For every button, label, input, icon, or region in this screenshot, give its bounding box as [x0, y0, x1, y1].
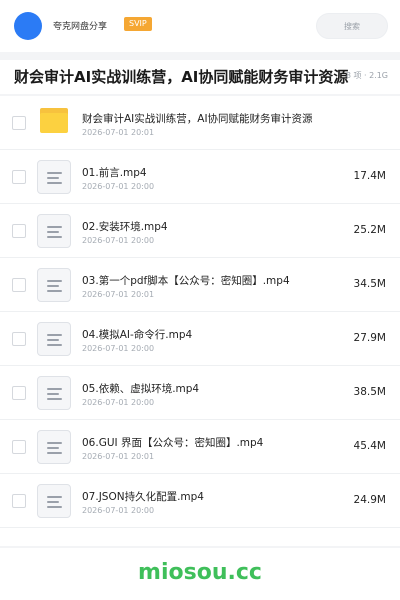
file-time: 2026-07-01 20:00	[82, 398, 155, 407]
file-name: 04.模拟AI-命令行.mp4	[82, 329, 193, 341]
file-time: 2026-07-01 20:01	[82, 452, 155, 461]
svip-badge: SVIP	[124, 17, 152, 31]
file-name: 05.依赖、虚拟环境.mp4	[82, 383, 200, 395]
list-item-folder[interactable]: 财会审计AI实战训练营，AI协同赋能财务审计资源 2026-07-01 20:0…	[0, 96, 400, 150]
top-header: 夸克网盘分享 SVIP	[0, 0, 400, 52]
file-size: 27.9M	[353, 332, 386, 344]
file-size: 34.5M	[353, 278, 386, 290]
document-icon	[37, 430, 71, 464]
file-name: 07.JSON持久化配置.mp4	[82, 491, 204, 503]
document-icon	[37, 376, 71, 410]
document-icon	[37, 160, 71, 194]
list-item[interactable]: 01.前言.mp4 2026-07-01 20:00 17.4M	[0, 150, 400, 204]
row-checkbox[interactable]	[12, 494, 26, 508]
watermark: miosou.cc	[138, 560, 262, 585]
row-checkbox[interactable]	[12, 224, 26, 238]
file-size: 45.4M	[353, 440, 386, 452]
file-name: 03.第一个pdf脚本【公众号：密知圈】.mp4	[82, 275, 290, 287]
row-checkbox[interactable]	[12, 332, 26, 346]
file-name: 财会审计AI实战训练营，AI协同赋能财务审计资源	[82, 113, 313, 125]
row-checkbox[interactable]	[12, 278, 26, 292]
document-icon	[37, 214, 71, 248]
file-size: 38.5M	[353, 386, 386, 398]
file-time: 2026-07-01 20:00	[82, 182, 155, 191]
file-name: 02.安装环境.mp4	[82, 221, 168, 233]
document-icon	[37, 484, 71, 518]
row-checkbox[interactable]	[12, 116, 26, 130]
file-time: 2026-07-01 20:00	[82, 344, 155, 353]
page-title: 财会审计AI实战训练营，AI协同赋能财务审计资源	[14, 68, 349, 86]
row-checkbox[interactable]	[12, 170, 26, 184]
file-list: 财会审计AI实战训练营，AI协同赋能财务审计资源 2026-07-01 20:0…	[0, 96, 400, 546]
file-size: 17.4M	[353, 170, 386, 182]
list-item[interactable]: 07.JSON持久化配置.mp4 2026-07-01 20:00 24.9M	[0, 474, 400, 528]
item-summary: 8 项 · 2.1G	[345, 71, 388, 80]
title-bar: 财会审计AI实战训练营，AI协同赋能财务审计资源 8 项 · 2.1G	[0, 60, 400, 94]
file-time: 2026-07-01 20:00	[82, 506, 155, 515]
search-input[interactable]	[316, 13, 388, 39]
list-item[interactable]: 02.安装环境.mp4 2026-07-01 20:00 25.2M	[0, 204, 400, 258]
row-checkbox[interactable]	[12, 386, 26, 400]
file-size: 25.2M	[353, 224, 386, 236]
site-name: 夸克网盘分享	[53, 22, 108, 32]
file-time: 2026-07-01 20:01	[82, 290, 155, 299]
file-name: 01.前言.mp4	[82, 167, 147, 179]
document-icon	[37, 322, 71, 356]
footer: miosou.cc	[0, 548, 400, 600]
avatar[interactable]	[14, 12, 42, 40]
file-time: 2026-07-01 20:01	[82, 128, 155, 137]
list-item[interactable]: 04.模拟AI-命令行.mp4 2026-07-01 20:00 27.9M	[0, 312, 400, 366]
document-icon	[37, 268, 71, 302]
file-time: 2026-07-01 20:00	[82, 236, 155, 245]
file-name: 06.GUI 界面【公众号：密知圈】.mp4	[82, 437, 264, 449]
row-checkbox[interactable]	[12, 440, 26, 454]
list-item[interactable]: 03.第一个pdf脚本【公众号：密知圈】.mp4 2026-07-01 20:0…	[0, 258, 400, 312]
list-item[interactable]: 05.依赖、虚拟环境.mp4 2026-07-01 20:00 38.5M	[0, 366, 400, 420]
folder-icon	[40, 108, 68, 133]
list-item[interactable]: 06.GUI 界面【公众号：密知圈】.mp4 2026-07-01 20:01 …	[0, 420, 400, 474]
file-size: 24.9M	[353, 494, 386, 506]
